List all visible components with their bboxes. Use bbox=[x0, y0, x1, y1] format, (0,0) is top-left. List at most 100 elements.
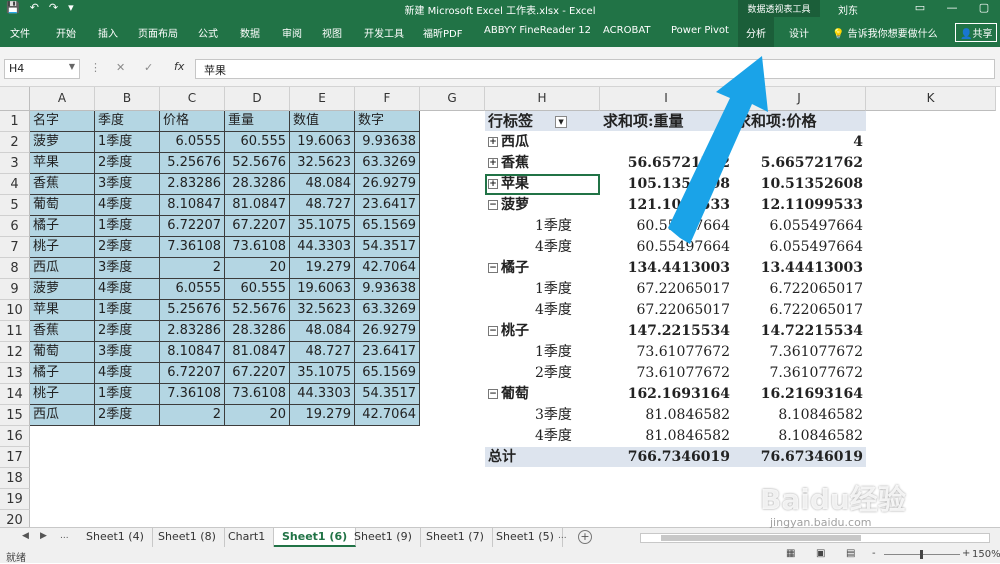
add-sheet-button[interactable]: + bbox=[578, 530, 592, 544]
table-cell[interactable]: 73.6108 bbox=[225, 237, 290, 258]
more-sheets-right[interactable]: ... bbox=[558, 531, 567, 541]
table-cell[interactable]: 19.279 bbox=[290, 258, 355, 279]
table-cell[interactable]: 60.555 bbox=[225, 132, 290, 153]
pivot-weight-cell[interactable]: 56.65721762 bbox=[600, 153, 733, 174]
pivot-weight-cell[interactable]: 105.1352608 bbox=[600, 174, 733, 195]
table-cell[interactable]: 桃子 bbox=[30, 384, 95, 405]
tab-design[interactable]: 设计 bbox=[789, 25, 809, 40]
row-header[interactable]: 6 bbox=[0, 216, 30, 237]
pivot-weight-cell[interactable]: 121.1099533 bbox=[600, 195, 733, 216]
pivot-grand-total-weight[interactable]: 766.7346019 bbox=[600, 447, 733, 468]
pivot-row-label[interactable]: 1季度 bbox=[485, 216, 600, 237]
table-cell[interactable]: 8.10847 bbox=[160, 342, 225, 363]
table-header-cell[interactable]: 价格 bbox=[160, 111, 225, 132]
formula-input[interactable]: 苹果 bbox=[195, 59, 995, 79]
row-header[interactable]: 8 bbox=[0, 258, 30, 279]
column-header[interactable]: E bbox=[290, 87, 355, 111]
name-box[interactable]: H4 ▼ bbox=[4, 59, 80, 79]
ribbon-display-icon[interactable]: ▭ bbox=[904, 0, 936, 17]
select-all-corner[interactable] bbox=[0, 87, 30, 111]
tab-analyze[interactable]: 分析 bbox=[738, 17, 774, 47]
pivot-price-cell[interactable]: 8.10846582 bbox=[733, 405, 866, 426]
table-cell[interactable]: 44.3303 bbox=[290, 237, 355, 258]
pivot-row-label[interactable]: 4季度 bbox=[485, 237, 600, 258]
sheet-tab[interactable]: Sheet1 (7) bbox=[418, 528, 493, 547]
column-header[interactable]: H bbox=[485, 87, 600, 111]
tab-abbyy[interactable]: ABBYY FineReader 12 bbox=[484, 25, 591, 36]
pivot-row-label[interactable]: 4季度 bbox=[485, 426, 600, 447]
share-button[interactable]: 👤共享 bbox=[955, 23, 998, 42]
table-cell[interactable]: 32.5623 bbox=[290, 153, 355, 174]
table-cell[interactable]: 20 bbox=[225, 258, 290, 279]
more-sheets-left[interactable]: ... bbox=[60, 531, 69, 541]
table-cell[interactable]: 菠萝 bbox=[30, 279, 95, 300]
table-cell[interactable]: 2季度 bbox=[95, 405, 160, 426]
table-cell[interactable]: 9.93638 bbox=[355, 132, 420, 153]
table-cell[interactable]: 26.9279 bbox=[355, 321, 420, 342]
row-header[interactable]: 14 bbox=[0, 384, 30, 405]
table-cell[interactable]: 香蕉 bbox=[30, 321, 95, 342]
table-cell[interactable]: 48.727 bbox=[290, 342, 355, 363]
pivot-price-cell[interactable]: 8.10846582 bbox=[733, 426, 866, 447]
zoom-out-button[interactable]: - bbox=[872, 548, 876, 559]
table-cell[interactable]: 7.36108 bbox=[160, 237, 225, 258]
table-cell[interactable]: 67.2207 bbox=[225, 363, 290, 384]
table-cell[interactable]: 6.0555 bbox=[160, 279, 225, 300]
horizontal-scrollbar[interactable] bbox=[640, 533, 990, 543]
pivot-header-row-labels[interactable]: 行标签 ▼ bbox=[485, 111, 600, 132]
table-cell[interactable]: 63.3269 bbox=[355, 300, 420, 321]
table-cell[interactable]: 54.3517 bbox=[355, 237, 420, 258]
pivot-weight-cell[interactable]: 81.0846582 bbox=[600, 405, 733, 426]
tab-acrobat[interactable]: ACROBAT bbox=[603, 25, 651, 36]
table-cell[interactable]: 9.93638 bbox=[355, 279, 420, 300]
table-cell[interactable]: 5.25676 bbox=[160, 300, 225, 321]
pivot-row-label[interactable]: − 橘子 bbox=[485, 258, 600, 279]
tab-review[interactable]: 审阅 bbox=[282, 25, 302, 40]
pivot-price-cell[interactable]: 5.665721762 bbox=[733, 153, 866, 174]
table-cell[interactable]: 48.084 bbox=[290, 174, 355, 195]
pivot-price-cell[interactable]: 7.361077672 bbox=[733, 342, 866, 363]
pivot-row-label[interactable]: − 桃子 bbox=[485, 321, 600, 342]
row-header[interactable]: 18 bbox=[0, 468, 30, 489]
tab-developer[interactable]: 开发工具 bbox=[364, 25, 404, 40]
collapse-icon[interactable]: − bbox=[488, 326, 498, 336]
worksheet-grid[interactable]: A B C D E F G H I J K 1 2 3 4 5 6 7 8 9 10 11 12 13 14 15 16 17 18 19… bbox=[0, 87, 1000, 527]
pivot-grand-total-label[interactable]: 总计 bbox=[485, 447, 600, 468]
table-cell[interactable]: 2季度 bbox=[95, 153, 160, 174]
tab-file[interactable]: 文件 bbox=[10, 25, 30, 40]
filter-dropdown-icon[interactable]: ▼ bbox=[555, 116, 568, 128]
pivot-row-label[interactable]: + 苹果 bbox=[485, 174, 600, 195]
table-cell[interactable]: 65.1569 bbox=[355, 363, 420, 384]
pivot-weight-cell[interactable]: 67.22065017 bbox=[600, 300, 733, 321]
zoom-level[interactable]: 150% bbox=[972, 549, 1000, 560]
tab-power-pivot[interactable]: Power Pivot bbox=[671, 25, 729, 36]
table-cell[interactable]: 7.36108 bbox=[160, 384, 225, 405]
table-cell[interactable]: 28.3286 bbox=[225, 321, 290, 342]
tab-view[interactable]: 视图 bbox=[322, 25, 342, 40]
pivot-price-cell[interactable]: 4 bbox=[733, 132, 866, 153]
row-header[interactable]: 2 bbox=[0, 132, 30, 153]
table-cell[interactable]: 28.3286 bbox=[225, 174, 290, 195]
table-cell[interactable]: 6.0555 bbox=[160, 132, 225, 153]
table-cell[interactable]: 81.0847 bbox=[225, 195, 290, 216]
pivot-price-cell[interactable]: 7.361077672 bbox=[733, 363, 866, 384]
column-header[interactable]: G bbox=[420, 87, 485, 111]
column-header[interactable]: D bbox=[225, 87, 290, 111]
column-header[interactable]: K bbox=[866, 87, 996, 111]
tab-formulas[interactable]: 公式 bbox=[198, 25, 218, 40]
table-cell[interactable]: 63.3269 bbox=[355, 153, 420, 174]
table-cell[interactable]: 2 bbox=[160, 258, 225, 279]
table-cell[interactable]: 19.6063 bbox=[290, 132, 355, 153]
table-cell[interactable]: 桃子 bbox=[30, 237, 95, 258]
table-cell[interactable]: 26.9279 bbox=[355, 174, 420, 195]
table-header-cell[interactable]: 名字 bbox=[30, 111, 95, 132]
column-header[interactable]: C bbox=[160, 87, 225, 111]
table-cell[interactable]: 44.3303 bbox=[290, 384, 355, 405]
table-cell[interactable]: 3季度 bbox=[95, 342, 160, 363]
table-header-cell[interactable]: 重量 bbox=[225, 111, 290, 132]
row-header[interactable]: 10 bbox=[0, 300, 30, 321]
table-cell[interactable]: 19.6063 bbox=[290, 279, 355, 300]
table-cell[interactable]: 3季度 bbox=[95, 258, 160, 279]
table-cell[interactable]: 48.084 bbox=[290, 321, 355, 342]
tab-insert[interactable]: 插入 bbox=[98, 25, 118, 40]
